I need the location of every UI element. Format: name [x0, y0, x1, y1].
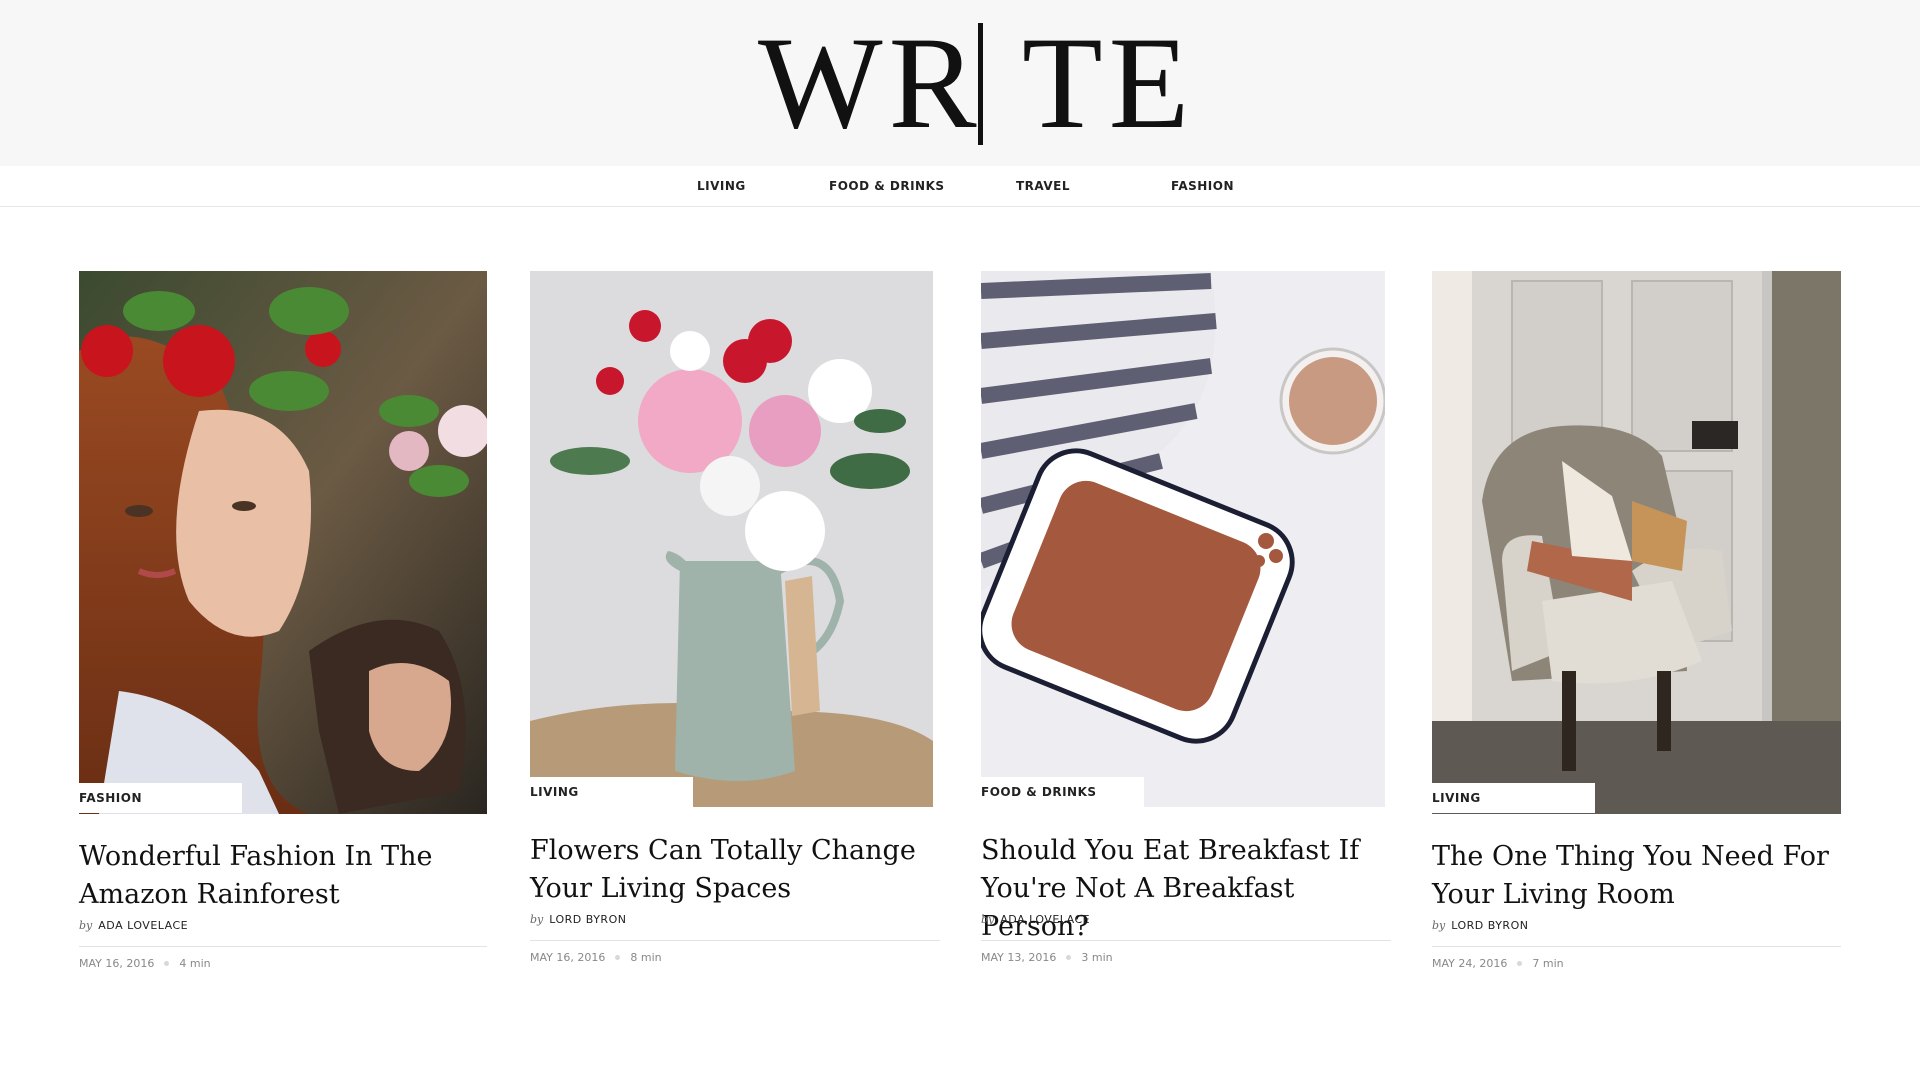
byline-by: by: [79, 919, 93, 932]
byline-by: by: [981, 913, 995, 926]
post-read-time: 3 min: [1081, 951, 1113, 964]
post-meta: MAY 24, 2016 7 min: [1432, 957, 1564, 970]
byline-by: by: [1432, 919, 1446, 932]
post-date: MAY 24, 2016: [1432, 957, 1508, 970]
author-link[interactable]: LORD BYRON: [549, 913, 626, 926]
post-meta: MAY 13, 2016 3 min: [981, 951, 1113, 964]
post-byline: by ADA LOVELACE: [79, 919, 188, 932]
author-link[interactable]: ADA LOVELACE: [1000, 913, 1090, 926]
post-date: MAY 16, 2016: [79, 957, 155, 970]
post-read-time: 7 min: [1532, 957, 1564, 970]
post-title-line: Amazon Rainforest: [79, 879, 340, 910]
logo-text-right: TE: [1022, 9, 1196, 156]
logo-divider-bar: [978, 23, 983, 145]
post-byline: by LORD BYRON: [1432, 919, 1528, 932]
post-meta: MAY 16, 2016 4 min: [79, 957, 211, 970]
author-link[interactable]: LORD BYRON: [1451, 919, 1528, 932]
card-divider: [981, 940, 1391, 941]
post-date: MAY 16, 2016: [530, 951, 606, 964]
post-title[interactable]: Flowers Can Totally Change Your Living S…: [530, 832, 940, 908]
post-byline: by ADA LOVELACE: [981, 913, 1090, 926]
card-divider: [1432, 946, 1841, 947]
post-title-line: You're Not A Breakfast Person?: [981, 873, 1295, 942]
post-title[interactable]: The One Thing You Need For Your Living R…: [1432, 838, 1841, 914]
author-link[interactable]: ADA LOVELACE: [98, 919, 188, 932]
post-image-breakfast[interactable]: [981, 271, 1385, 807]
site-logo[interactable]: WR TE: [758, 9, 1189, 156]
post-byline: by LORD BYRON: [530, 913, 626, 926]
post-category-label[interactable]: LIVING: [1432, 783, 1595, 813]
post-title-line: The One Thing You Need For: [1432, 841, 1829, 872]
post-meta: MAY 16, 2016 8 min: [530, 951, 662, 964]
post-date: MAY 13, 2016: [981, 951, 1057, 964]
post-category-label[interactable]: FOOD & DRINKS: [981, 777, 1144, 807]
post-category-label[interactable]: FASHION: [79, 783, 242, 813]
card-divider: [79, 946, 487, 947]
post-title[interactable]: Should You Eat Breakfast If You're Not A…: [981, 832, 1391, 946]
meta-separator-dot: [1066, 954, 1072, 960]
post-title-line: Your Living Room: [1432, 879, 1675, 910]
logo-text-left: WR: [758, 9, 983, 156]
nav-item-fashion[interactable]: FASHION: [1171, 166, 1234, 207]
post-title[interactable]: Wonderful Fashion In The Amazon Rainfore…: [79, 838, 487, 914]
site-header: WR TE: [0, 0, 1920, 166]
post-category-label[interactable]: LIVING: [530, 777, 693, 807]
post-image-flower-crown[interactable]: [79, 271, 487, 814]
post-title-line: Should You Eat Breakfast If: [981, 835, 1360, 866]
nav-item-living[interactable]: LIVING: [697, 166, 746, 207]
post-image-flower-vase[interactable]: [530, 271, 933, 807]
post-title-line: Your Living Spaces: [530, 873, 792, 904]
meta-separator-dot: [615, 954, 621, 960]
post-image-armchair[interactable]: [1432, 271, 1841, 814]
post-read-time: 8 min: [630, 951, 662, 964]
nav-item-travel[interactable]: TRAVEL: [1016, 166, 1070, 207]
post-read-time: 4 min: [179, 957, 211, 970]
post-title-line: Wonderful Fashion In The: [79, 841, 433, 872]
post-title-line: Flowers Can Totally Change: [530, 835, 916, 866]
main-nav: LIVING FOOD & DRINKS TRAVEL FASHION: [0, 166, 1920, 207]
byline-by: by: [530, 913, 544, 926]
nav-item-food-drinks[interactable]: FOOD & DRINKS: [829, 166, 945, 207]
meta-separator-dot: [164, 960, 170, 966]
meta-separator-dot: [1517, 960, 1523, 966]
card-divider: [530, 940, 940, 941]
